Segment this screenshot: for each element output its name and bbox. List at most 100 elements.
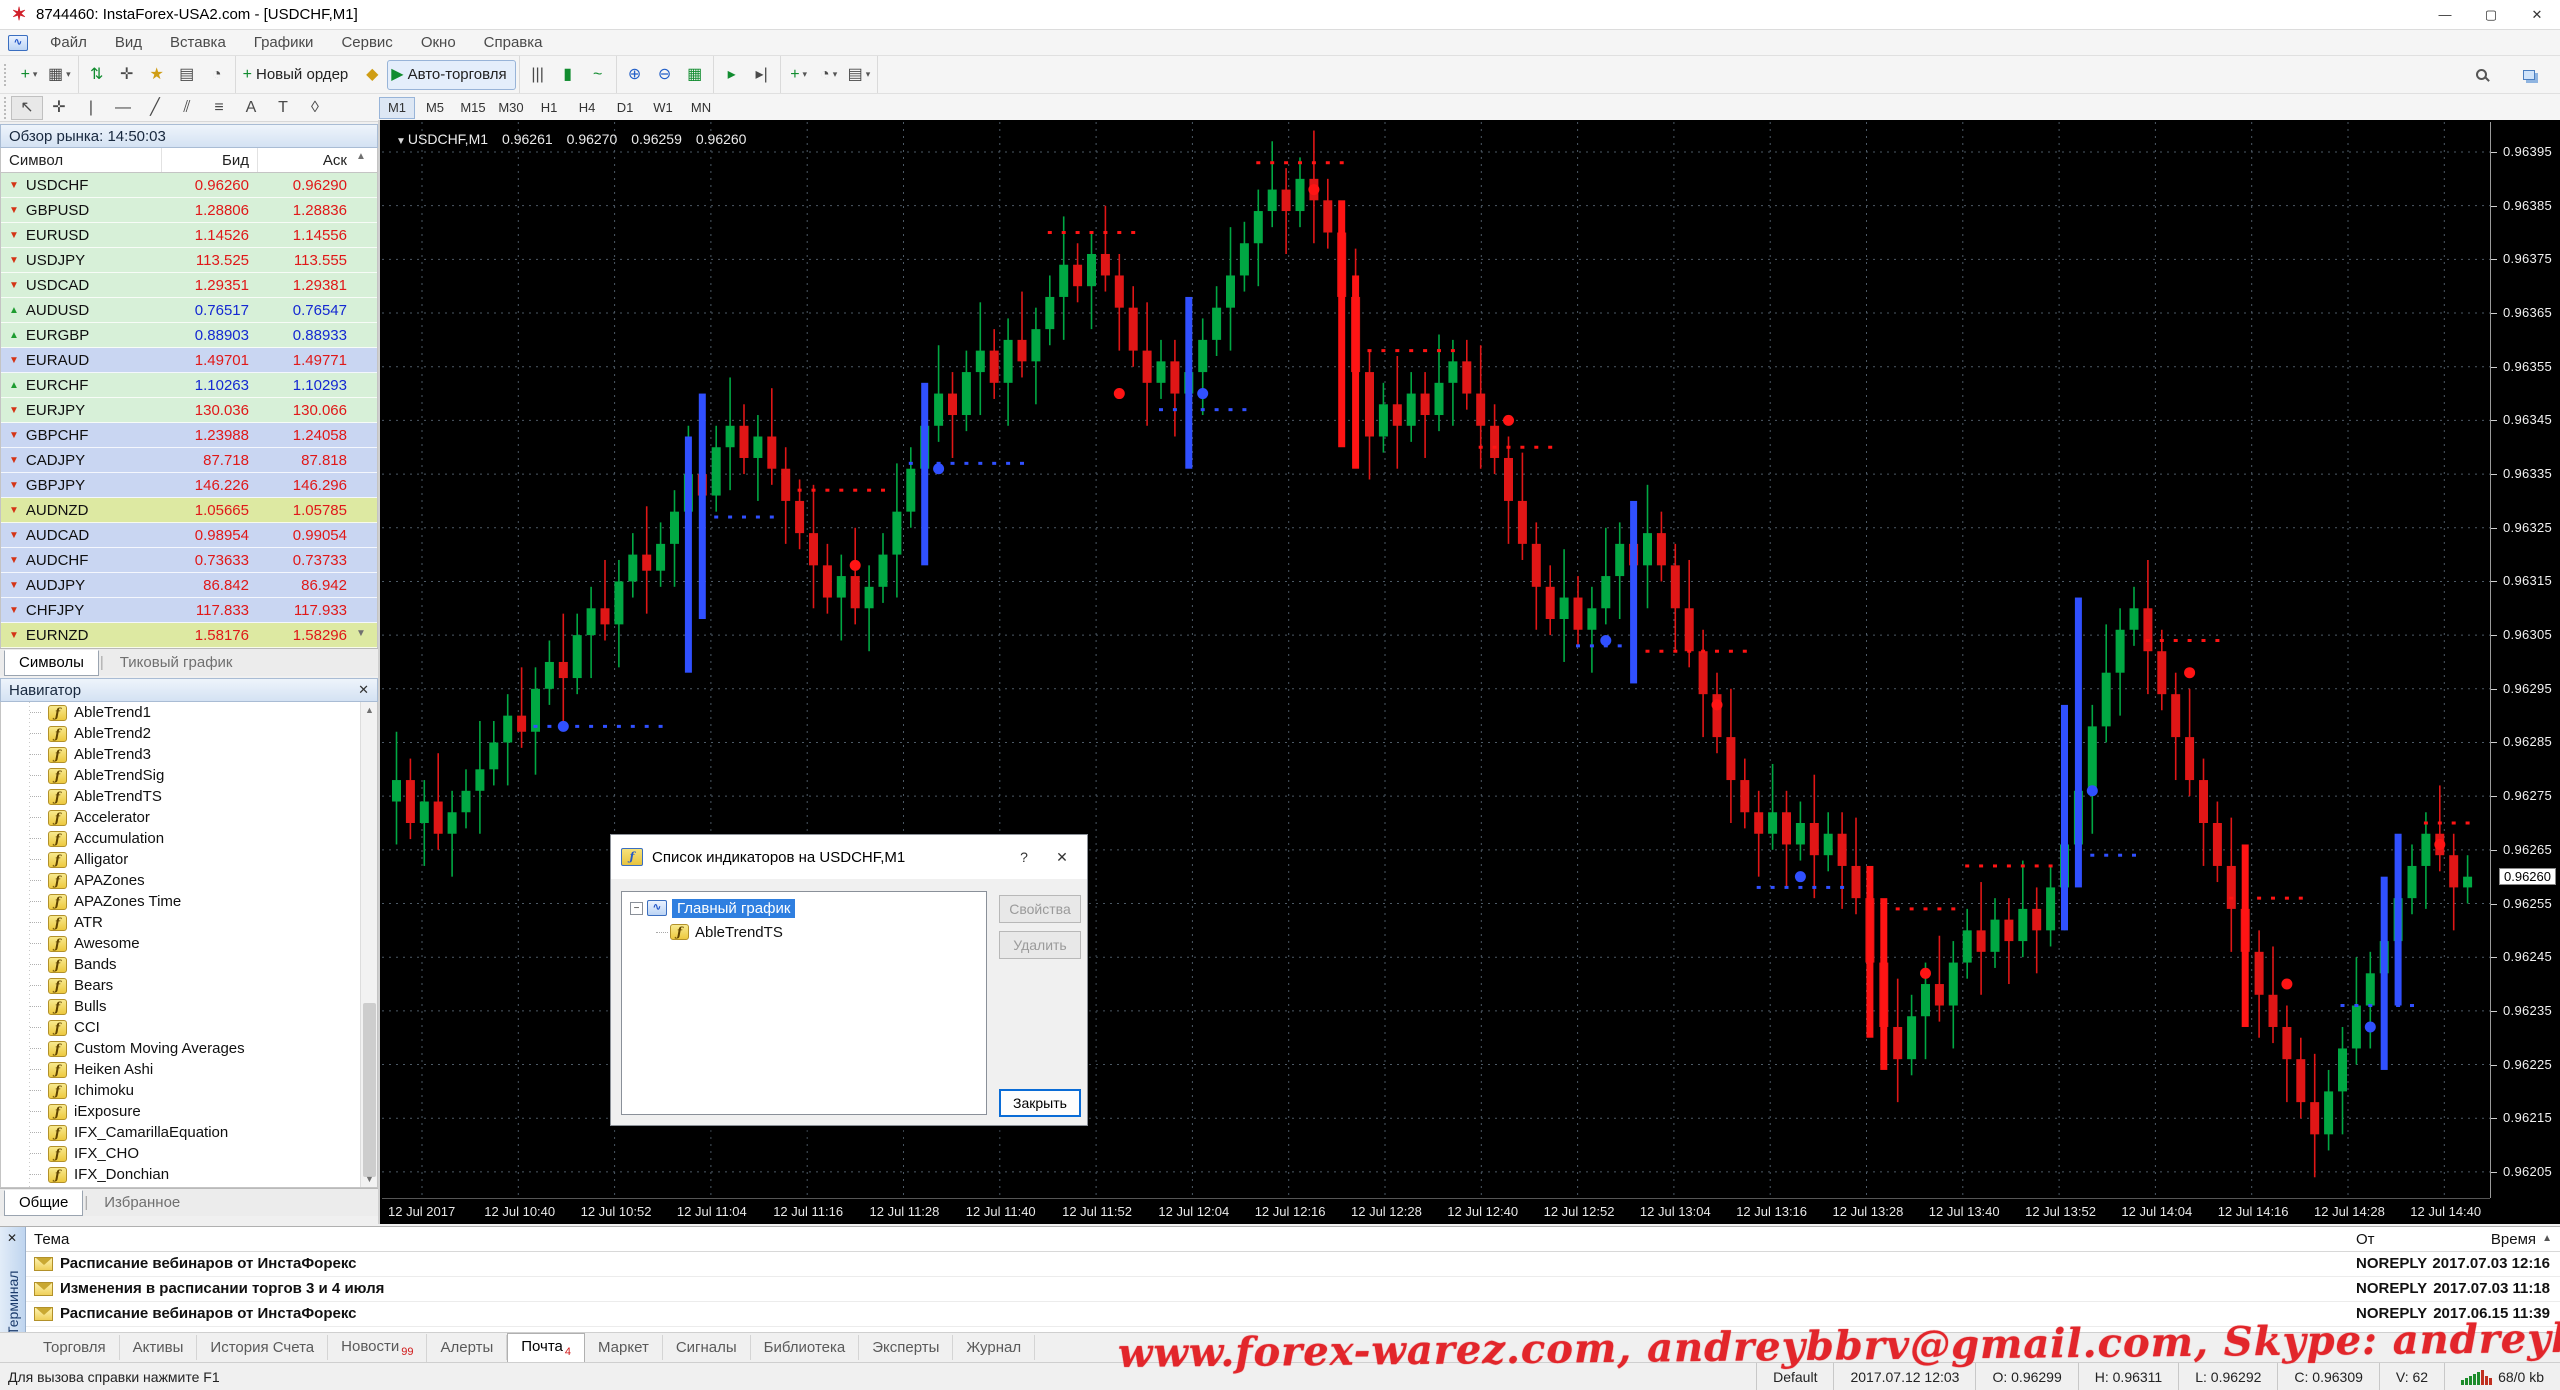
zoom-out-button[interactable]: ⊖ bbox=[650, 60, 680, 90]
line-chart-button[interactable]: ~ bbox=[583, 60, 613, 90]
list-item-indicator[interactable]: ƒATR bbox=[1, 912, 360, 933]
table-row[interactable]: ▲EURGBP0.889030.88933 bbox=[1, 323, 377, 348]
column-ask[interactable]: Аск bbox=[257, 148, 355, 172]
list-item-indicator[interactable]: ƒAbleTrend1 bbox=[1, 702, 360, 723]
navigator-button[interactable]: ★ bbox=[142, 60, 172, 90]
timeframe-M5[interactable]: M5 bbox=[417, 97, 453, 119]
layouts-button[interactable] bbox=[2514, 60, 2544, 90]
price-axis[interactable]: 0.963950.963850.963750.963650.963550.963… bbox=[2490, 122, 2560, 1198]
shapes-tool[interactable]: ◊ bbox=[299, 96, 331, 120]
navigator-scroll-up-icon[interactable]: ▲ bbox=[365, 705, 374, 715]
column-bid[interactable]: Бид bbox=[161, 148, 257, 172]
navigator-scroll-thumb[interactable] bbox=[363, 1003, 376, 1178]
terminal-button[interactable]: ▤ bbox=[172, 60, 202, 90]
table-row[interactable]: ▼CADJPY87.71887.818 bbox=[1, 448, 377, 473]
mail-row[interactable]: Расписание вебинаров от ИнстаФорексNOREP… bbox=[26, 1302, 2560, 1327]
fibo-tool[interactable]: ≡ bbox=[203, 96, 235, 120]
list-item-indicator[interactable]: ƒIFX_CHO bbox=[1, 1143, 360, 1164]
chart-collapse-icon[interactable]: ▼ bbox=[396, 136, 406, 147]
list-item-indicator[interactable]: ƒIchimoku bbox=[1, 1080, 360, 1101]
tab-Эксперты[interactable]: Эксперты bbox=[859, 1335, 953, 1360]
tab-Сигналы[interactable]: Сигналы bbox=[663, 1335, 751, 1360]
menu-item-Окно[interactable]: Окно bbox=[407, 30, 470, 55]
table-row[interactable]: ▼EURJPY130.036130.066 bbox=[1, 398, 377, 423]
table-row[interactable]: ▼EURAUD1.497011.49771 bbox=[1, 348, 377, 373]
dropdown-caret-icon[interactable]: ▾ bbox=[833, 69, 838, 80]
zoom-in-button[interactable]: ⊕ bbox=[620, 60, 650, 90]
list-item-indicator[interactable]: ƒAccumulation bbox=[1, 828, 360, 849]
crosshair-tool[interactable]: ✛ bbox=[43, 96, 75, 120]
list-item-indicator[interactable]: ƒCustom Moving Averages bbox=[1, 1038, 360, 1059]
mail-row[interactable]: Расписание вебинаров от ИнстаФорексNOREP… bbox=[26, 1252, 2560, 1277]
table-row[interactable]: ▼AUDCAD0.989540.99054 bbox=[1, 523, 377, 548]
table-row[interactable]: ▼GBPUSD1.288061.28836 bbox=[1, 198, 377, 223]
tab-Журнал[interactable]: Журнал bbox=[953, 1335, 1035, 1360]
maximize-button[interactable]: ▢ bbox=[2468, 0, 2514, 29]
table-row[interactable]: ▼EURUSD1.145261.14556 bbox=[1, 223, 377, 248]
list-item-indicator[interactable]: ƒIFX_Donchian bbox=[1, 1164, 360, 1185]
list-item-indicator[interactable]: ƒAccelerator bbox=[1, 807, 360, 828]
tab-navigator-2[interactable]: Избранное bbox=[89, 1190, 195, 1216]
menu-item-Сервис[interactable]: Сервис bbox=[327, 30, 406, 55]
market-watch-scroll-up-icon[interactable]: ▲ bbox=[356, 151, 366, 162]
text-tool[interactable]: A bbox=[235, 96, 267, 120]
menu-item-Справка[interactable]: Справка bbox=[470, 30, 557, 55]
panel-splitter[interactable] bbox=[378, 120, 380, 1224]
terminal-close-icon[interactable]: ✕ bbox=[7, 1231, 17, 1245]
indicator-tree[interactable]: − ∿ Главный график ƒ AbleTrendTS bbox=[621, 891, 987, 1115]
tree-item-label[interactable]: Главный график bbox=[672, 899, 795, 918]
tab-market-watch-2[interactable]: Тиковый график bbox=[105, 650, 248, 676]
timeframe-H1[interactable]: H1 bbox=[531, 97, 567, 119]
profiles-button[interactable]: ▦▾ bbox=[44, 60, 75, 90]
tree-item-indicator[interactable]: ƒ AbleTrendTS bbox=[622, 920, 986, 944]
dropdown-caret-icon[interactable]: ▾ bbox=[33, 69, 38, 80]
table-row[interactable]: ▼AUDCHF0.736330.73733 bbox=[1, 548, 377, 573]
chart-window-icon[interactable]: ∿ bbox=[8, 35, 28, 51]
tab-История Счета[interactable]: История Счета bbox=[197, 1335, 328, 1360]
table-row[interactable]: ▼CHFJPY117.833117.933 bbox=[1, 598, 377, 623]
trendline-tool[interactable]: ╱ bbox=[139, 96, 171, 120]
strategy-tester-button[interactable]: ◔ bbox=[202, 60, 232, 90]
tree-collapse-icon[interactable]: − bbox=[630, 902, 643, 915]
menu-item-Вставка[interactable]: Вставка bbox=[156, 30, 240, 55]
vline-tool[interactable]: | bbox=[75, 96, 107, 120]
tree-item-main-chart[interactable]: − ∿ Главный график bbox=[622, 896, 986, 920]
list-item-indicator[interactable]: ƒAlligator bbox=[1, 849, 360, 870]
dialog-help-button[interactable]: ? bbox=[1005, 841, 1043, 873]
bar-chart-button[interactable]: ||| bbox=[523, 60, 553, 90]
list-item-indicator[interactable]: ƒIFX_CamarillaEquation bbox=[1, 1122, 360, 1143]
table-row[interactable]: ▼GBPCHF1.239881.24058 bbox=[1, 423, 377, 448]
tree-item-label[interactable]: AbleTrendTS bbox=[695, 924, 783, 941]
navigator-scroll-down-icon[interactable]: ▼ bbox=[365, 1174, 374, 1184]
hline-tool[interactable]: — bbox=[107, 96, 139, 120]
tab-navigator-1[interactable]: Общие bbox=[4, 1190, 83, 1216]
dialog-title-bar[interactable]: ƒ Список индикаторов на USDCHF,M1 ? ✕ bbox=[611, 835, 1087, 879]
column-symbol[interactable]: Символ bbox=[1, 152, 161, 169]
candle-chart-button[interactable]: ▮ bbox=[553, 60, 583, 90]
timeframe-W1[interactable]: W1 bbox=[645, 97, 681, 119]
column-from[interactable]: От bbox=[2356, 1231, 2375, 1248]
timeframe-MN[interactable]: MN bbox=[683, 97, 719, 119]
navigator-close-icon[interactable]: ✕ bbox=[358, 682, 369, 698]
column-time[interactable]: Время bbox=[2491, 1231, 2536, 1248]
tab-Новости[interactable]: Новости99 bbox=[328, 1334, 427, 1362]
minimize-button[interactable]: — bbox=[2422, 0, 2468, 29]
new-chart-button[interactable]: +▾ bbox=[14, 60, 44, 90]
timeframe-M1[interactable]: M1 bbox=[379, 97, 415, 119]
list-item-indicator[interactable]: ƒAPAZones Time bbox=[1, 891, 360, 912]
timeframe-D1[interactable]: D1 bbox=[607, 97, 643, 119]
dropdown-caret-icon[interactable]: ▾ bbox=[66, 69, 71, 80]
list-item-indicator[interactable]: ƒAbleTrendTS bbox=[1, 786, 360, 807]
table-row[interactable]: ▼GBPJPY146.226146.296 bbox=[1, 473, 377, 498]
column-subject[interactable]: Тема bbox=[34, 1231, 69, 1248]
toolbar-grip[interactable] bbox=[3, 64, 8, 86]
menu-item-Графики[interactable]: Графики bbox=[240, 30, 328, 55]
properties-button[interactable]: Свойства bbox=[999, 895, 1081, 923]
timeframe-M30[interactable]: M30 bbox=[493, 97, 529, 119]
label-tool[interactable]: T bbox=[267, 96, 299, 120]
table-row[interactable]: ▼USDCHF0.962600.96290 bbox=[1, 173, 377, 198]
market-watch-button[interactable]: ⇅ bbox=[82, 60, 112, 90]
close-button[interactable]: ✕ bbox=[2514, 0, 2560, 29]
tab-Торговля[interactable]: Торговля bbox=[30, 1335, 120, 1360]
list-item-indicator[interactable]: ƒAPAZones bbox=[1, 870, 360, 891]
